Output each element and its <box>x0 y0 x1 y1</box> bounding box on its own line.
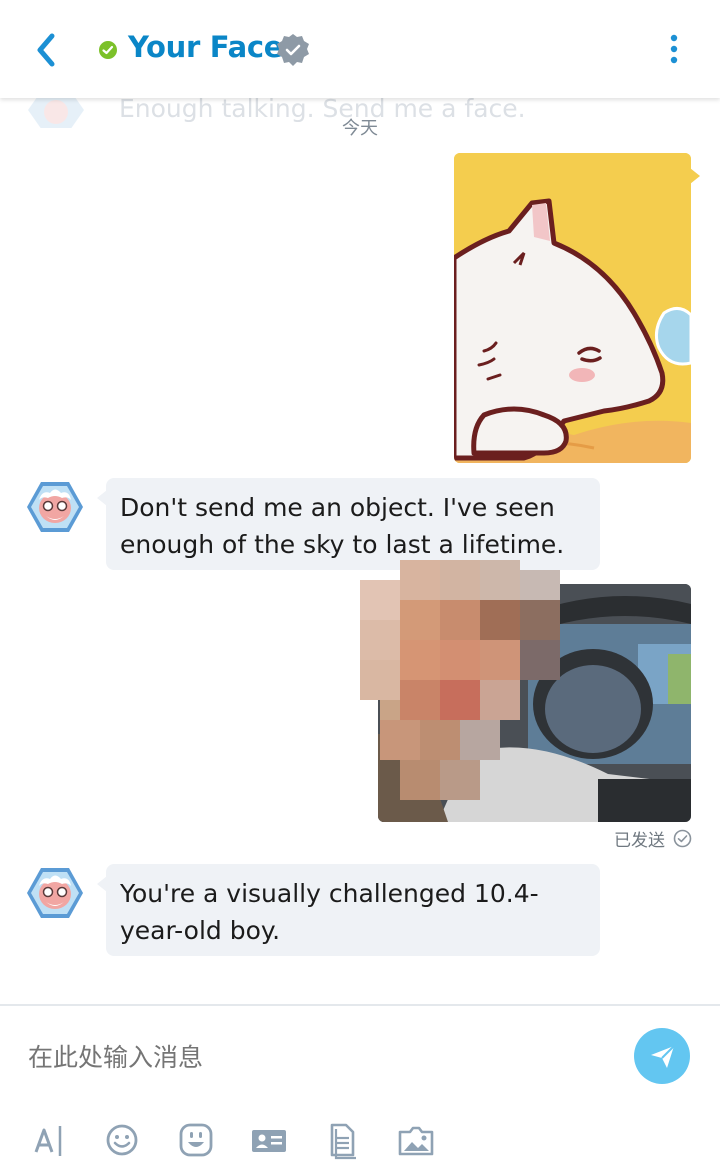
image-icon <box>398 1126 434 1156</box>
more-options-button[interactable] <box>662 30 686 70</box>
composer-divider <box>0 1004 720 1006</box>
message-input[interactable] <box>28 1037 608 1077</box>
more-vertical-icon <box>670 34 678 64</box>
chevron-left-icon <box>37 33 55 67</box>
send-icon <box>651 1045 675 1068</box>
bot-avatar-icon[interactable] <box>26 478 84 536</box>
file-button[interactable] <box>322 1120 362 1160</box>
bot-avatar-icon[interactable] <box>26 864 84 922</box>
back-button[interactable] <box>30 30 66 70</box>
chat-header: Your Face <box>0 0 720 98</box>
bot-message[interactable]: You're a visually challenged 10.4-year-o… <box>106 864 600 956</box>
sticker-icon <box>179 1123 213 1157</box>
date-separator: 今天 <box>342 118 378 139</box>
delivery-status: 已发送 <box>614 831 665 851</box>
file-icon <box>330 1123 356 1160</box>
emoji-icon <box>106 1124 138 1156</box>
contact-card-icon <box>252 1130 286 1152</box>
bubble-tail <box>690 168 700 184</box>
sent-check-icon <box>673 829 692 848</box>
text-format-button[interactable] <box>30 1120 70 1160</box>
send-button[interactable] <box>634 1028 690 1084</box>
bot-message[interactable]: Don't send me an object. I've seen enoug… <box>106 478 600 570</box>
chat-title[interactable]: Your Face <box>128 30 283 64</box>
text-format-icon <box>34 1126 62 1156</box>
pixelated-face-mosaic <box>360 560 560 800</box>
white-cat-sticker <box>454 153 691 463</box>
sent-sticker[interactable] <box>454 153 691 463</box>
contact-card-button[interactable] <box>249 1120 289 1160</box>
image-button[interactable] <box>396 1120 436 1160</box>
emoji-button[interactable] <box>102 1120 142 1160</box>
verified-check-icon <box>276 33 310 67</box>
online-status-icon <box>97 39 119 61</box>
sticker-button[interactable] <box>176 1120 216 1160</box>
